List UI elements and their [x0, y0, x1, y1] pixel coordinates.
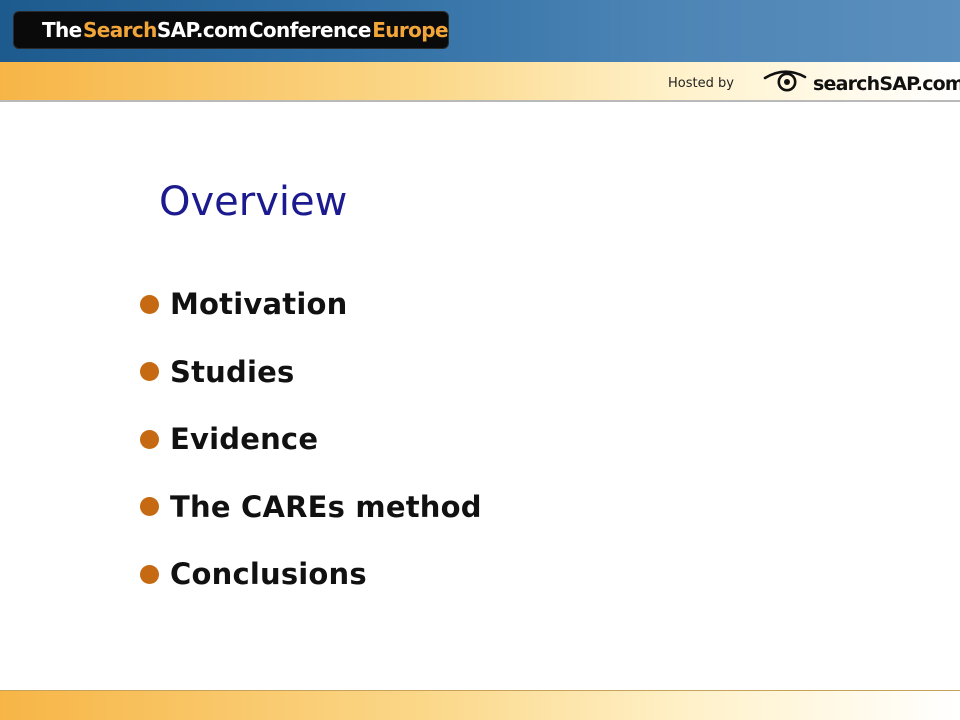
bullet-dot-icon [140, 362, 159, 381]
bullet-text: Studies [170, 354, 295, 389]
bullet-text: Conclusions [170, 557, 367, 591]
badge-word-the: The [42, 18, 82, 42]
badge-word-europe: Europe [372, 18, 448, 42]
slide: The Search SAP.com Conference Europe Hosted … [0, 0, 960, 720]
header-divider [0, 100, 960, 102]
slide-title: Overview [159, 179, 348, 225]
eye-icon [763, 70, 807, 92]
badge-word-search: Search [82, 18, 157, 42]
bullet-item: Evidence [140, 417, 482, 461]
bullet-item: Conclusions [140, 552, 482, 596]
bullet-dot-icon [140, 429, 159, 449]
bullet-item: The CAREs method [140, 485, 482, 529]
bullet-text: Motivation [170, 287, 348, 321]
hosted-by-label: Hosted by [668, 76, 734, 91]
bullet-item: Motivation [140, 282, 482, 326]
badge-word-conference: Conference [248, 18, 372, 42]
searchsap-logo: searchSAP.com [763, 66, 960, 98]
bullet-text: Evidence [170, 422, 319, 456]
bullet-item: Studies [140, 350, 482, 394]
footer-band [0, 691, 960, 720]
logo-wordmark: searchSAP.com [813, 73, 960, 95]
bullet-dot-icon [140, 497, 159, 516]
badge-word-sapcom: SAP.com [156, 18, 248, 42]
bullet-list: Motivation Studies Evidence The CAREs me… [140, 282, 482, 620]
bullet-text: The CAREs method [170, 489, 482, 524]
bullet-dot-icon [140, 564, 159, 584]
conference-title-badge: The Search SAP.com Conference Europe [13, 11, 449, 49]
bullet-dot-icon [140, 294, 159, 314]
